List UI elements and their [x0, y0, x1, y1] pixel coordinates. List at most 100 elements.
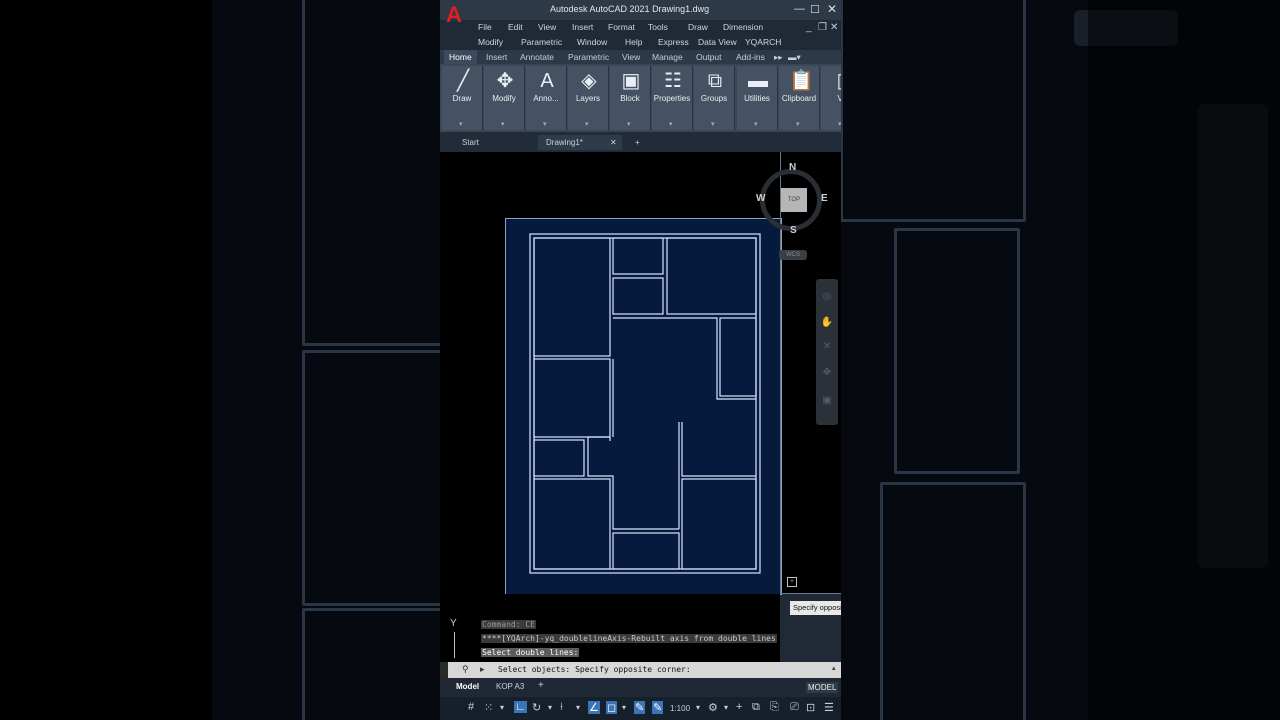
doc-restore-icon[interactable]: ❐ — [818, 22, 827, 33]
menu-draw[interactable]: Draw — [688, 22, 708, 32]
compass-south[interactable]: S — [790, 225, 797, 236]
showmotion-icon[interactable]: ▣ — [820, 395, 834, 406]
ortho-icon[interactable]: ∟ — [514, 701, 527, 713]
scale-dropdown-icon[interactable]: ▾ — [696, 703, 700, 712]
command-line-grip[interactable] — [440, 662, 448, 678]
object-snap-dropdown-icon[interactable]: ▾ — [622, 703, 626, 712]
room-outline[interactable] — [612, 277, 664, 315]
room-outline[interactable] — [533, 439, 585, 477]
panel-expand-arrow-icon[interactable]: ▾ — [838, 120, 841, 128]
object-snap-tracking-icon[interactable]: ∠ — [588, 701, 600, 714]
menu-modify[interactable]: Modify — [478, 37, 503, 47]
menu-file[interactable]: File — [478, 22, 492, 32]
object-snap-icon[interactable]: ◻ — [606, 701, 618, 714]
add-layout-icon[interactable]: + — [538, 680, 544, 691]
ribbon-panel-anno[interactable]: A Anno... ▾ — [526, 66, 567, 130]
layout-tab-model[interactable]: Model — [456, 682, 479, 691]
ribbon-panel-vi[interactable]: ▯Vi ▾ — [821, 66, 841, 130]
menu-express[interactable]: Express — [658, 37, 689, 47]
floor-plan-drawing[interactable] — [506, 219, 781, 594]
zoom-extents-icon[interactable]: ✕ — [820, 341, 834, 352]
clean-screen-icon[interactable]: ⊡ — [806, 701, 815, 714]
room-outline[interactable] — [533, 237, 611, 357]
panel-expand-arrow-icon[interactable]: ▾ — [754, 120, 758, 128]
plan-inner-wall[interactable] — [533, 237, 757, 570]
panel-expand-arrow-icon[interactable]: ▾ — [501, 120, 505, 128]
command-customize-icon[interactable]: ⚲ — [462, 664, 469, 675]
units-icon[interactable]: ⧉ — [752, 701, 760, 714]
customization-menu-icon[interactable]: ☰ — [824, 701, 834, 714]
corridor-wall[interactable] — [587, 436, 679, 530]
panel-expand-arrow-icon[interactable]: ▾ — [585, 120, 589, 128]
ribbon-panel-clipboard[interactable]: 📋 Clipboard ▾ — [779, 66, 820, 130]
panel-expand-arrow-icon[interactable]: ▾ — [543, 120, 547, 128]
command-input[interactable]: Select objects: Specify opposite corner: — [498, 665, 691, 674]
tab-annotate[interactable]: Annotate — [520, 52, 554, 62]
grid-icon[interactable]: # — [468, 701, 474, 713]
menu-data-view[interactable]: Data View — [698, 37, 737, 47]
maximize-icon[interactable]: ☐ — [810, 3, 820, 16]
annotation-monitor-icon[interactable]: + — [736, 701, 742, 713]
compass-west[interactable]: W — [756, 193, 765, 204]
panel-expand-arrow-icon[interactable]: ▾ — [711, 120, 715, 128]
isodraft-dropdown-icon[interactable]: ▾ — [576, 703, 580, 712]
ribbon-panel-block[interactable]: ▣ Block ▾ — [610, 66, 651, 130]
room-outline[interactable] — [533, 478, 611, 570]
partition-wall[interactable] — [678, 422, 756, 529]
menu-yqarch[interactable]: YQARCH — [745, 37, 781, 47]
command-history-toggle-icon[interactable]: ▴ — [832, 664, 836, 672]
ribbon-panel-layers[interactable]: ◈ Layers ▾ — [568, 66, 609, 130]
doc-close-icon[interactable]: ✕ — [830, 22, 838, 33]
tab-start[interactable]: Start — [462, 135, 479, 150]
plan-outer-wall[interactable] — [529, 233, 761, 574]
command-close-icon[interactable]: ✕ — [448, 664, 456, 675]
ribbon-panel-properties[interactable]: ☷ Properties ▾ — [652, 66, 693, 130]
menu-view[interactable]: View — [538, 22, 556, 32]
ribbon-panel-draw[interactable]: ╱ Draw ▾ — [442, 66, 483, 130]
compass-north[interactable]: N — [789, 162, 796, 173]
panel-expand-arrow-icon[interactable]: ▾ — [669, 120, 673, 128]
viewcube-top-face[interactable]: TOP — [781, 188, 807, 212]
room-outline[interactable] — [533, 358, 611, 438]
isolate-objects-icon[interactable]: ⎚ — [790, 701, 799, 714]
doc-minimize-icon[interactable]: _ — [806, 22, 812, 33]
polar-dropdown-icon[interactable]: ▾ — [548, 703, 552, 712]
command-line[interactable]: ✕ ⚲ ▸ Select objects: Specify opposite c… — [440, 662, 841, 678]
tab-view[interactable]: View — [622, 52, 640, 62]
layout-tab-kop-a3[interactable]: KOP A3 — [496, 682, 524, 691]
workspace-dropdown-icon[interactable]: ▾ — [724, 703, 728, 712]
tab-home[interactable]: Home — [444, 50, 477, 64]
close-icon[interactable]: ✕ — [827, 2, 837, 16]
menu-help[interactable]: Help — [625, 37, 642, 47]
minimize-icon[interactable]: — — [794, 3, 805, 15]
close-tab-icon[interactable]: ✕ — [610, 135, 617, 150]
menu-window[interactable]: Window — [577, 37, 607, 47]
quick-properties-icon[interactable]: ⎘ — [770, 701, 779, 714]
orbit-icon[interactable]: ✥ — [820, 367, 834, 378]
menu-insert[interactable]: Insert — [572, 22, 593, 32]
drawing-canvas[interactable]: TOP N S E W WCS ◎ ✋ ✕ ✥ ▣ + Specify oppo… — [440, 152, 841, 615]
transparency-icon[interactable]: ✎ — [652, 701, 664, 714]
ribbon-panel-utilities[interactable]: ▬ Utilities ▾ — [737, 66, 778, 130]
lineweight-icon[interactable]: ✎ — [634, 701, 646, 714]
tab-options-icon[interactable]: ▬▾ — [788, 52, 801, 63]
tab-insert[interactable]: Insert — [486, 52, 507, 62]
corridor-wall[interactable] — [613, 317, 756, 400]
menu-edit[interactable]: Edit — [508, 22, 523, 32]
tab-overflow-icon[interactable]: ▸▸ — [774, 52, 783, 63]
snap-dropdown-icon[interactable]: ▾ — [500, 703, 504, 712]
pan-hand-icon[interactable]: ✋ — [820, 317, 834, 328]
ribbon-panel-groups[interactable]: ⧉ Groups ▾ — [694, 66, 735, 130]
wcs-menu[interactable]: WCS — [779, 250, 807, 260]
workspace-gear-icon[interactable]: ⚙ — [708, 701, 718, 714]
autocad-logo-icon[interactable]: A — [446, 4, 464, 28]
panel-expand-arrow-icon[interactable]: ▾ — [796, 120, 800, 128]
room-outline[interactable] — [612, 237, 664, 275]
tab-add-ins[interactable]: Add-ins — [736, 52, 765, 62]
snap-icon[interactable]: ⁙ — [484, 701, 493, 714]
menu-parametric[interactable]: Parametric — [521, 37, 562, 47]
tab-parametric[interactable]: Parametric — [568, 52, 609, 62]
new-tab-icon[interactable]: + — [635, 135, 640, 150]
room-outline[interactable] — [612, 532, 680, 570]
model-space-badge[interactable]: MODEL — [806, 682, 839, 693]
